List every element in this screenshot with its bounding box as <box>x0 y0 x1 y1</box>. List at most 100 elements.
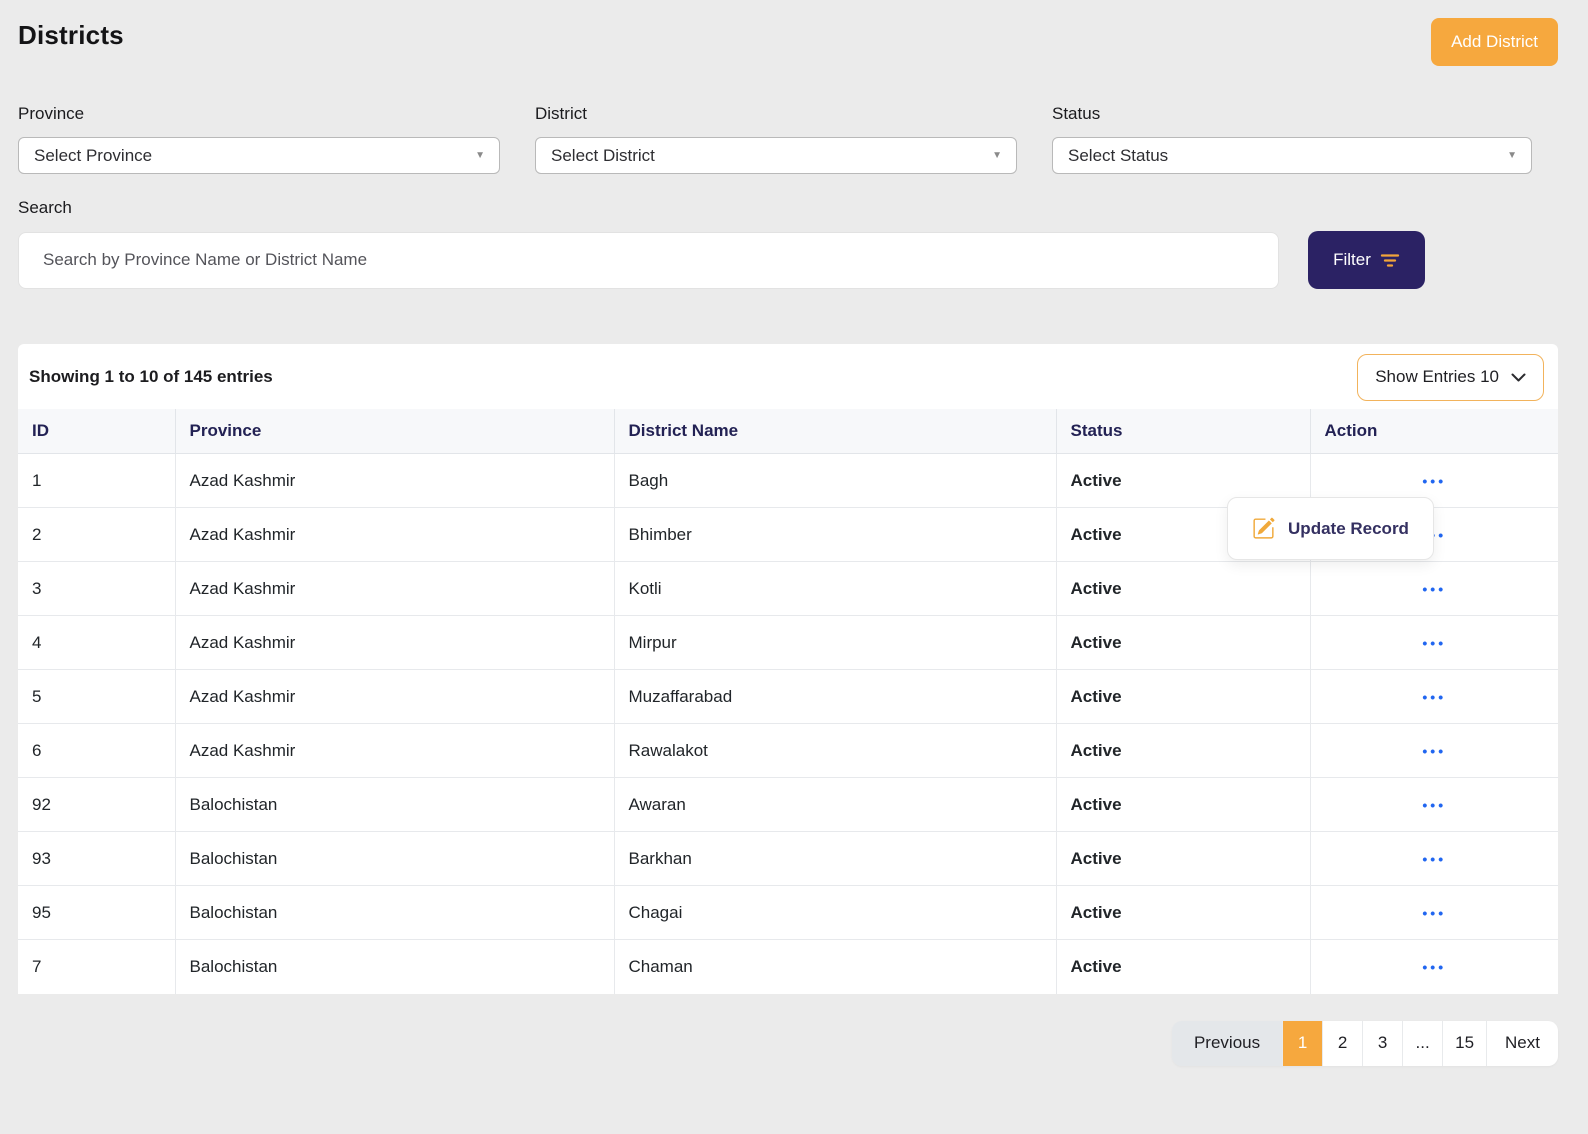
cell-district: Mirpur <box>614 616 1056 670</box>
cell-id: 7 <box>18 940 175 994</box>
pagination-page-15[interactable]: 15 <box>1442 1021 1486 1066</box>
cell-id: 4 <box>18 616 175 670</box>
filters-row: Province Select Province ▼ District Sele… <box>18 104 1558 174</box>
cell-district: Rawalakot <box>614 724 1056 778</box>
status-select[interactable]: Select Status ▼ <box>1052 137 1532 174</box>
province-select-value: Select Province <box>34 146 152 166</box>
table-row: 93 Balochistan Barkhan Active ••• <box>18 832 1558 886</box>
cell-id: 2 <box>18 508 175 562</box>
cell-district: Bagh <box>614 454 1056 508</box>
cell-province: Balochistan <box>175 778 614 832</box>
show-entries-dropdown[interactable]: Show Entries 10 <box>1357 354 1544 401</box>
cell-id: 3 <box>18 562 175 616</box>
cell-district: Bhimber <box>614 508 1056 562</box>
status-label: Status <box>1052 104 1532 124</box>
pagination-next-button[interactable]: Next <box>1486 1021 1558 1066</box>
cell-district: Awaran <box>614 778 1056 832</box>
page-title: Districts <box>18 18 124 51</box>
status-badge: Active <box>1056 670 1310 724</box>
table-row: 95 Balochistan Chagai Active ••• <box>18 886 1558 940</box>
row-actions-ellipsis-icon[interactable]: ••• <box>1422 797 1446 813</box>
row-actions-ellipsis-icon[interactable]: ••• <box>1422 959 1446 975</box>
column-header-district-name: District Name <box>614 409 1056 454</box>
cell-id: 6 <box>18 724 175 778</box>
filter-button[interactable]: Filter <box>1308 231 1425 289</box>
cell-district: Kotli <box>614 562 1056 616</box>
row-actions-ellipsis-icon[interactable]: ••• <box>1422 851 1446 867</box>
cell-province: Balochistan <box>175 886 614 940</box>
cell-district: Muzaffarabad <box>614 670 1056 724</box>
row-actions-ellipsis-icon[interactable]: ••• <box>1422 905 1446 921</box>
districts-page: Districts Add District Province Select P… <box>0 0 1588 1134</box>
cell-province: Balochistan <box>175 940 614 994</box>
status-filter-field: Status Select Status ▼ <box>1052 104 1532 174</box>
pagination-previous-button[interactable]: Previous <box>1172 1021 1282 1066</box>
province-select[interactable]: Select Province ▼ <box>18 137 500 174</box>
topbar: Districts Add District <box>18 18 1558 66</box>
status-badge: Active <box>1056 940 1310 994</box>
row-actions-menu: Update Record <box>1227 497 1434 560</box>
pagination-row: Previous 1 2 3 ... 15 Next <box>18 1021 1558 1066</box>
status-badge: Active <box>1056 886 1310 940</box>
column-header-status: Status <box>1056 409 1310 454</box>
table-row: 3 Azad Kashmir Kotli Active ••• <box>18 562 1558 616</box>
column-header-id: ID <box>18 409 175 454</box>
status-badge: Active <box>1056 724 1310 778</box>
district-select-value: Select District <box>551 146 655 166</box>
row-actions-ellipsis-icon[interactable]: ••• <box>1422 473 1446 489</box>
edit-icon <box>1252 517 1275 540</box>
table-header-row: ID Province District Name Status Action <box>18 409 1558 454</box>
cell-district: Chaman <box>614 940 1056 994</box>
dropdown-arrow-icon: ▼ <box>1507 151 1517 161</box>
filter-icon <box>1380 253 1400 268</box>
status-select-value: Select Status <box>1068 146 1168 166</box>
table-row: 4 Azad Kashmir Mirpur Active ••• <box>18 616 1558 670</box>
column-header-action: Action <box>1310 409 1558 454</box>
districts-table-card: Showing 1 to 10 of 145 entries Show Entr… <box>18 344 1558 994</box>
update-record-label: Update Record <box>1288 519 1409 539</box>
row-actions-ellipsis-icon[interactable]: ••• <box>1422 743 1446 759</box>
dropdown-arrow-icon: ▼ <box>475 151 485 161</box>
cell-province: Azad Kashmir <box>175 562 614 616</box>
cell-district: Barkhan <box>614 832 1056 886</box>
table-card-header: Showing 1 to 10 of 145 entries Show Entr… <box>18 344 1558 409</box>
cell-province: Balochistan <box>175 832 614 886</box>
search-section: Search Filter <box>18 198 1558 289</box>
status-badge: Active <box>1056 832 1310 886</box>
pagination-page-2[interactable]: 2 <box>1322 1021 1362 1066</box>
cell-id: 95 <box>18 886 175 940</box>
cell-province: Azad Kashmir <box>175 616 614 670</box>
province-label: Province <box>18 104 500 124</box>
search-input[interactable] <box>18 232 1279 289</box>
province-filter-field: Province Select Province ▼ <box>18 104 500 174</box>
pagination-page-3[interactable]: 3 <box>1362 1021 1402 1066</box>
pagination-page-1[interactable]: 1 <box>1282 1021 1322 1066</box>
row-actions-ellipsis-icon[interactable]: ••• <box>1422 581 1446 597</box>
table-row: 92 Balochistan Awaran Active ••• <box>18 778 1558 832</box>
cell-province: Azad Kashmir <box>175 508 614 562</box>
row-actions-ellipsis-icon[interactable]: ••• <box>1422 689 1446 705</box>
cell-province: Azad Kashmir <box>175 670 614 724</box>
cell-district: Chagai <box>614 886 1056 940</box>
pagination-ellipsis[interactable]: ... <box>1402 1021 1442 1066</box>
search-label: Search <box>18 198 1558 218</box>
status-badge: Active <box>1056 562 1310 616</box>
cell-id: 93 <box>18 832 175 886</box>
row-actions-ellipsis-icon[interactable]: ••• <box>1422 635 1446 651</box>
district-select[interactable]: Select District ▼ <box>535 137 1017 174</box>
filter-button-label: Filter <box>1333 250 1371 270</box>
cell-id: 5 <box>18 670 175 724</box>
pagination: Previous 1 2 3 ... 15 Next <box>1172 1021 1558 1066</box>
entries-summary: Showing 1 to 10 of 145 entries <box>29 367 273 387</box>
cell-id: 1 <box>18 454 175 508</box>
table-row: 5 Azad Kashmir Muzaffarabad Active ••• <box>18 670 1558 724</box>
update-record-menu-item[interactable]: Update Record <box>1252 517 1409 540</box>
district-label: District <box>535 104 1017 124</box>
add-district-button[interactable]: Add District <box>1431 18 1558 66</box>
table-row: 6 Azad Kashmir Rawalakot Active ••• <box>18 724 1558 778</box>
status-badge: Active <box>1056 616 1310 670</box>
cell-province: Azad Kashmir <box>175 724 614 778</box>
table-row: 7 Balochistan Chaman Active ••• <box>18 940 1558 994</box>
dropdown-arrow-icon: ▼ <box>992 151 1002 161</box>
status-badge: Active <box>1056 778 1310 832</box>
